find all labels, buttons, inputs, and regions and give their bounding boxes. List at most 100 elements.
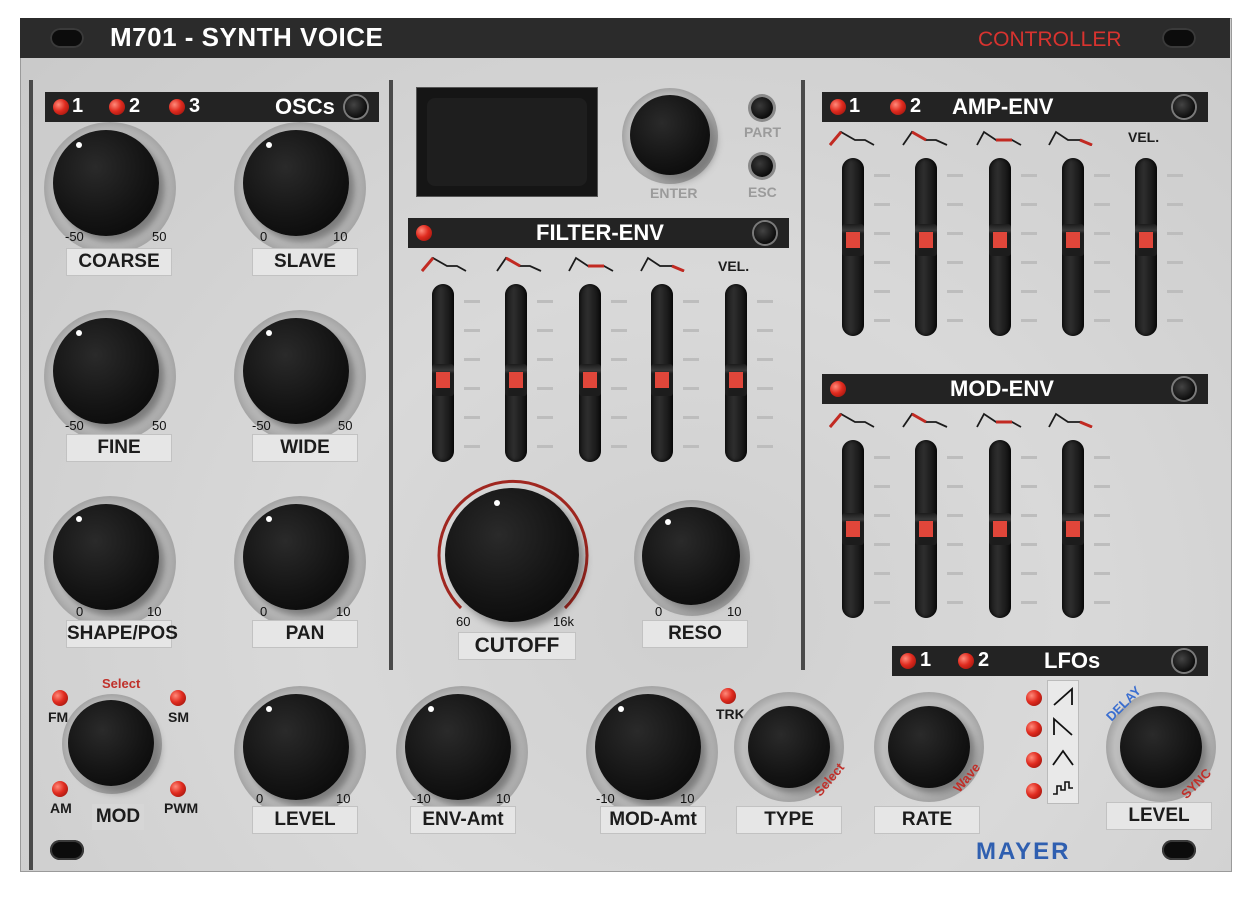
fm-led[interactable] [52, 690, 68, 706]
attack-shape-icon [421, 256, 467, 272]
env-slider[interactable] [1135, 158, 1157, 336]
env-slider[interactable] [989, 158, 1011, 336]
slider-thumb[interactable] [1062, 224, 1084, 256]
level-knob[interactable] [243, 694, 349, 800]
mod-env-led[interactable] [830, 381, 846, 397]
wide-label: WIDE [252, 434, 358, 462]
osc3-led[interactable] [169, 99, 185, 115]
amp-env-select-button[interactable] [1173, 96, 1195, 118]
env-slider[interactable] [579, 284, 601, 462]
lfo1-led[interactable] [900, 653, 916, 669]
lfo-wave-led[interactable] [1026, 721, 1042, 737]
slider-thumb[interactable] [915, 224, 937, 256]
osc1-led[interactable] [53, 99, 69, 115]
slider-tick [537, 445, 553, 448]
slider-thumb[interactable] [725, 364, 747, 396]
slider-tick [1094, 261, 1110, 264]
trk-led[interactable] [720, 688, 736, 704]
reso-knob[interactable] [642, 507, 740, 605]
release-shape-icon [640, 256, 685, 272]
lfos-select-button[interactable] [1173, 650, 1195, 672]
slave-knob[interactable] [243, 130, 349, 236]
filter-vel-label: VEL. [718, 258, 750, 274]
env-slider[interactable] [915, 158, 937, 336]
decay-shape-icon [496, 256, 542, 272]
oscs-header: 1 2 3 OSCs [45, 92, 379, 122]
slider-thumb[interactable] [651, 364, 673, 396]
shape-pos-knob[interactable] [53, 504, 159, 610]
lfo2-led[interactable] [958, 653, 974, 669]
slider-thumb[interactable] [989, 513, 1011, 545]
slider-thumb-indicator [1139, 232, 1153, 248]
wide-knob[interactable] [243, 318, 349, 424]
env-slider[interactable] [725, 284, 747, 462]
pan-knob[interactable] [243, 504, 349, 610]
slider-tick [1094, 290, 1110, 293]
cutoff-knob[interactable] [445, 488, 579, 622]
mount-screw-slot [1162, 28, 1196, 48]
lfo-wave-led[interactable] [1026, 752, 1042, 768]
env-slider[interactable] [505, 284, 527, 462]
slider-tick [1167, 319, 1183, 322]
fine-knob[interactable] [53, 318, 159, 424]
env-slider[interactable] [842, 440, 864, 618]
env-slider[interactable] [915, 440, 937, 618]
slider-tick [464, 300, 480, 303]
mod-env-header: MOD-ENV [822, 374, 1208, 404]
filter-env-select-button[interactable] [754, 222, 776, 244]
mod-env-select-button[interactable] [1173, 378, 1195, 400]
fm-label: FM [48, 709, 69, 725]
slider-thumb[interactable] [989, 224, 1011, 256]
lfo-wave-led[interactable] [1026, 783, 1042, 799]
slider-tick [874, 456, 890, 459]
random-step-icon [1053, 781, 1073, 795]
amp-env1-led[interactable] [830, 99, 846, 115]
slider-thumb-indicator [846, 232, 860, 248]
osc2-led[interactable] [109, 99, 125, 115]
type-encoder[interactable] [748, 706, 830, 788]
amp-env2-led[interactable] [890, 99, 906, 115]
env-slider[interactable] [1062, 158, 1084, 336]
env-slider[interactable] [989, 440, 1011, 618]
mod-select-knob[interactable] [68, 700, 154, 786]
slider-thumb[interactable] [915, 513, 937, 545]
slider-tick [757, 300, 773, 303]
slider-thumb[interactable] [579, 364, 601, 396]
am-led[interactable] [52, 781, 68, 797]
esc-button[interactable] [751, 155, 773, 177]
env-amt-knob[interactable] [405, 694, 511, 800]
rate-label: RATE [874, 806, 980, 834]
slider-thumb[interactable] [432, 364, 454, 396]
coarse-knob[interactable] [53, 130, 159, 236]
env-slider[interactable] [842, 158, 864, 336]
esc-label: ESC [748, 184, 777, 200]
lfo-wave-led[interactable] [1026, 690, 1042, 706]
section-divider [801, 80, 805, 670]
slider-tick [757, 358, 773, 361]
slider-thumb[interactable] [842, 224, 864, 256]
slider-thumb[interactable] [1062, 513, 1084, 545]
knob-indicator [266, 142, 272, 148]
lfo1-label: 1 [920, 649, 932, 671]
coarse-max: 50 [152, 229, 167, 244]
mod-amt-knob[interactable] [595, 694, 701, 800]
env-slider[interactable] [651, 284, 673, 462]
enter-encoder[interactable] [630, 95, 710, 175]
env-slider[interactable] [432, 284, 454, 462]
slider-tick [947, 485, 963, 488]
slider-thumb[interactable] [842, 513, 864, 545]
slider-thumb[interactable] [1135, 224, 1157, 256]
part-button[interactable] [751, 97, 773, 119]
slider-tick [947, 601, 963, 604]
env-slider[interactable] [1062, 440, 1084, 618]
sustain-shape-icon [568, 256, 614, 272]
filter-env-led[interactable] [416, 225, 432, 241]
reso-max: 10 [727, 604, 742, 619]
sm-led[interactable] [170, 690, 186, 706]
slider-thumb-indicator [1066, 232, 1080, 248]
knob-indicator [266, 706, 272, 712]
oscs-select-button[interactable] [345, 96, 367, 118]
lfo-level-encoder[interactable] [1120, 706, 1202, 788]
pwm-led[interactable] [170, 781, 186, 797]
slider-thumb[interactable] [505, 364, 527, 396]
